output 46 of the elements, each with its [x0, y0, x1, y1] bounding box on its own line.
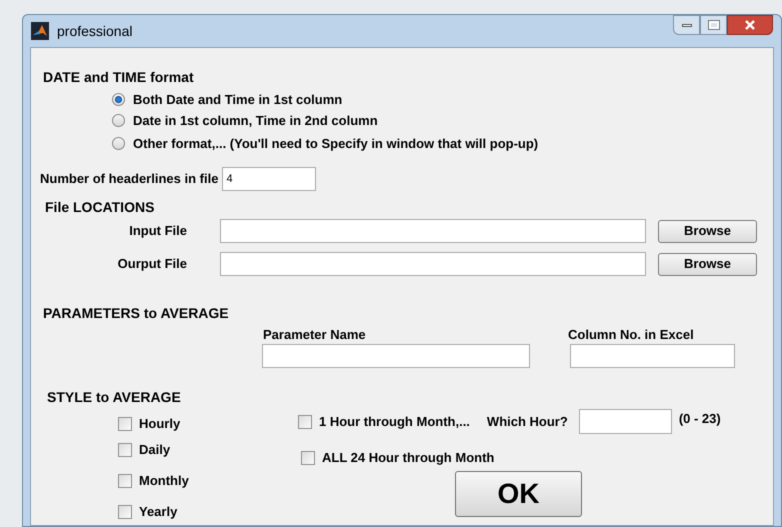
column-label: Parameter Name — [263, 326, 366, 344]
checkbox[interactable] — [118, 504, 132, 519]
radio-label: Date in 1st column, Time in 2nd column — [133, 112, 378, 130]
checkbox[interactable] — [118, 416, 132, 431]
input-field[interactable] — [220, 252, 646, 276]
input-field[interactable] — [220, 219, 646, 243]
checkbox[interactable] — [298, 414, 312, 428]
input-field[interactable]: 4 — [222, 167, 316, 191]
minimize-button[interactable] — [673, 15, 700, 35]
minimize-icon — [682, 24, 692, 26]
browse-button[interactable]: Browse — [658, 252, 757, 276]
maximize-button[interactable] — [700, 15, 727, 35]
maximize-icon — [708, 21, 718, 29]
radio-label: Other format,... (You'll need to Specify in window that will pop-up) — [133, 135, 538, 153]
field-label: Input File — [128, 222, 187, 240]
ok-button[interactable]: OK — [455, 471, 582, 517]
window-title: professional — [57, 22, 132, 41]
field-label: Which Hour? — [486, 412, 568, 431]
checkbox-label: Yearly — [139, 503, 178, 521]
radio-label: Both Date and Time in 1st column — [133, 91, 342, 109]
column-label: Column No. in Excel — [568, 326, 694, 344]
radio-button[interactable] — [112, 114, 125, 128]
checkbox-label: 1 Hour through Month,... — [319, 412, 470, 431]
checkbox[interactable] — [301, 450, 315, 465]
field-label: Number of headerlines in file — [40, 170, 218, 188]
section-heading: DATE and TIME format — [43, 68, 194, 87]
field-label: Ourput File — [116, 255, 187, 274]
checkbox-label: Daily — [139, 441, 170, 459]
checkbox[interactable] — [118, 474, 132, 488]
section-heading: PARAMETERS to AVERAGE — [43, 304, 229, 323]
app-logo-icon — [31, 22, 49, 40]
range-hint: (0 - 23) — [678, 410, 721, 428]
input-field[interactable] — [262, 344, 530, 368]
checkbox[interactable] — [118, 442, 132, 457]
section-heading: STYLE to AVERAGE — [47, 388, 181, 407]
input-field[interactable] — [570, 344, 735, 368]
input-field[interactable] — [578, 409, 672, 434]
radio-button[interactable] — [112, 137, 125, 150]
section-heading: File LOCATIONS — [45, 198, 154, 217]
radio-button[interactable] — [112, 93, 125, 106]
browse-button[interactable]: Browse — [658, 220, 757, 242]
checkbox-label: Hourly — [139, 415, 180, 433]
checkbox-label: ALL 24 Hour through Month — [322, 449, 494, 467]
close-icon — [744, 20, 756, 30]
checkbox-label: Monthly — [139, 472, 189, 490]
close-button[interactable] — [727, 15, 773, 35]
